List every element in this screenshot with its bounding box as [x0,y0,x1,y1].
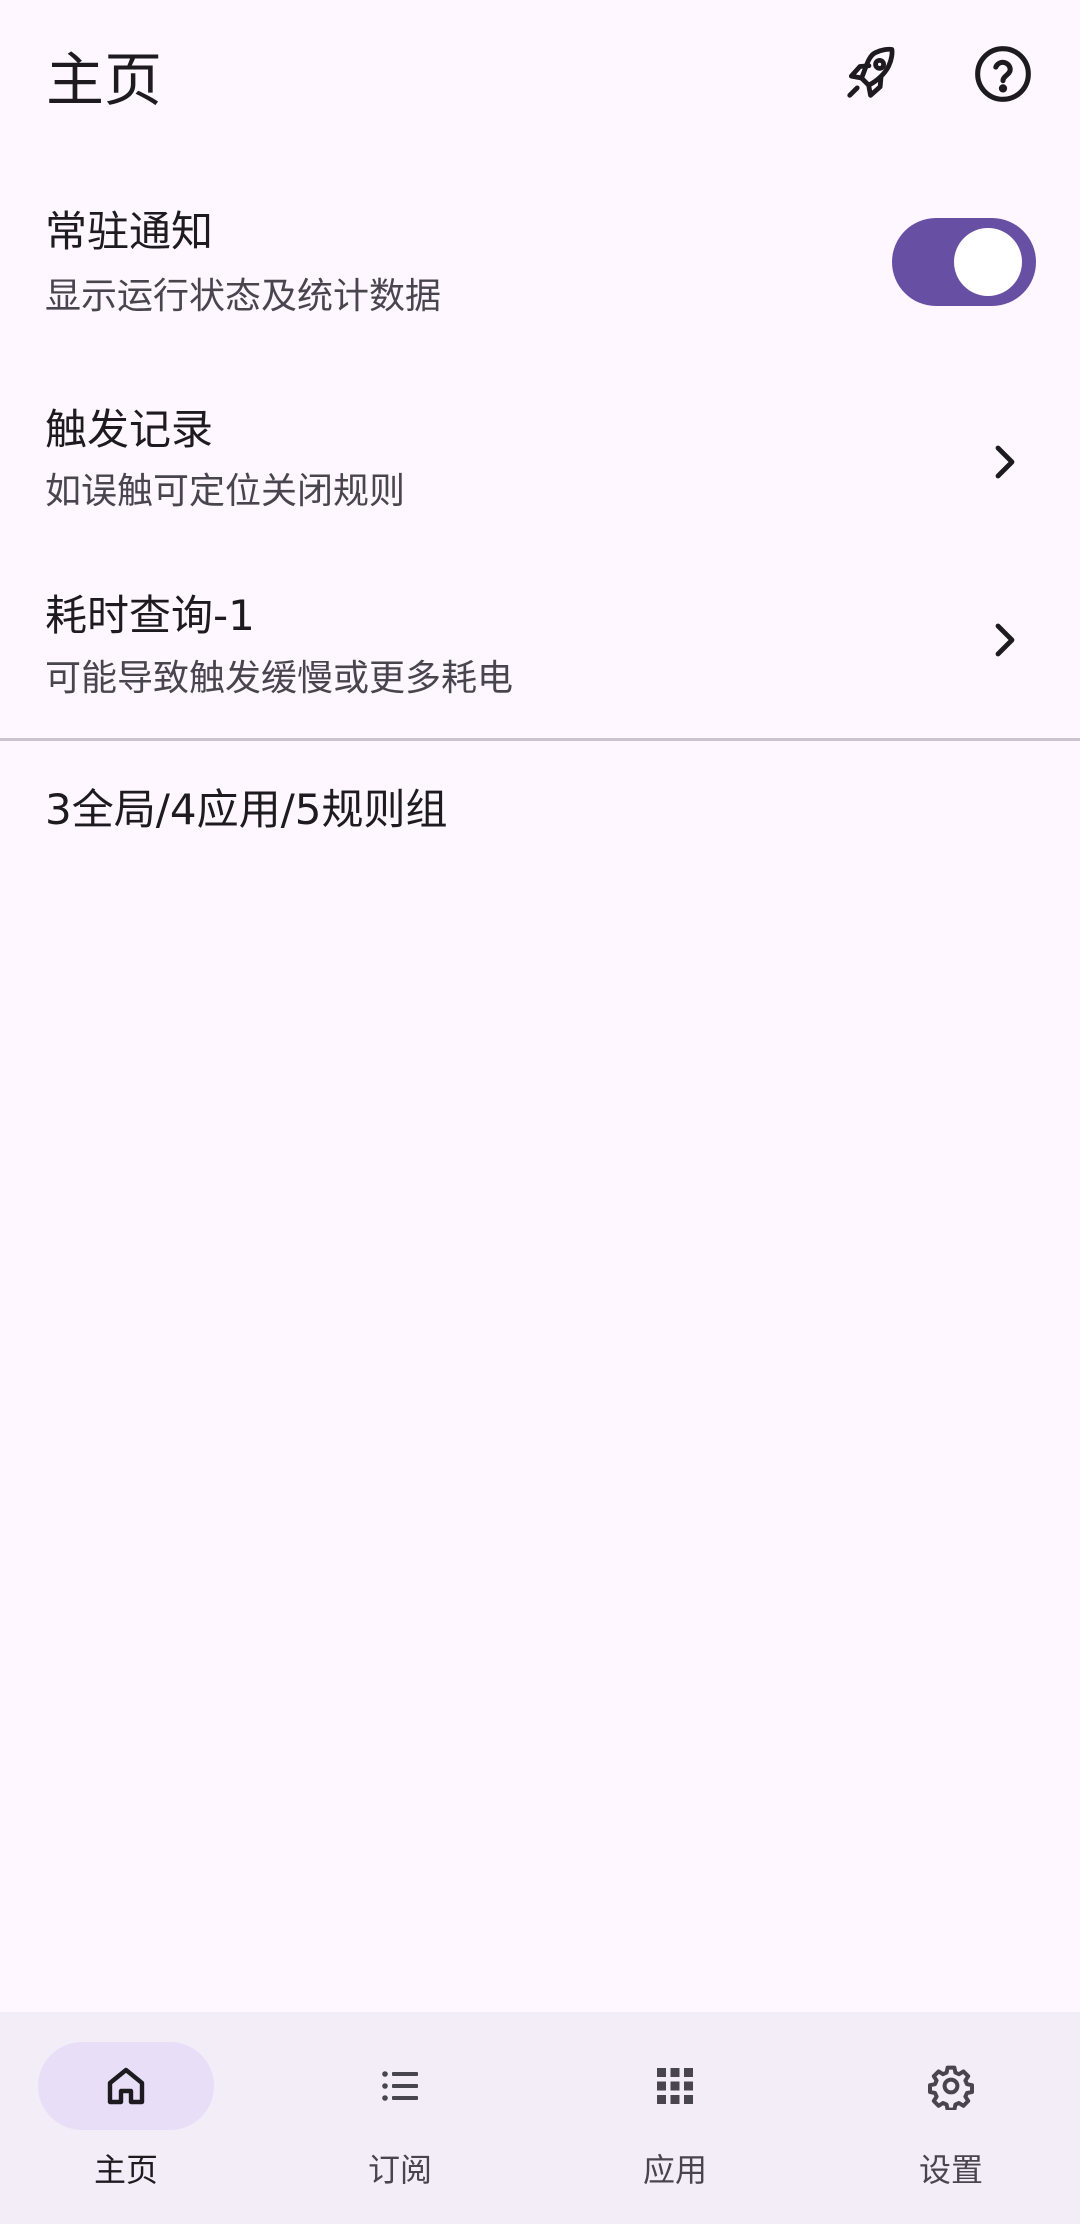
rocket-icon [838,42,902,110]
time-query-label: 耗时查询-1 [45,591,255,640]
toggle-thumb [954,228,1022,296]
help-icon [971,42,1035,110]
time-query-row[interactable]: 耗时查询-1 可能导致触发缓慢或更多耗电 [0,572,1080,722]
nav-label-apps: 应用 [642,2151,707,2189]
nav-label-settings: 设置 [918,2151,983,2189]
home-screen: 主页 常驻通知 显示运行状态及统计数据 触发记录 如误触可定位关闭规则 耗时查询… [0,0,1080,2224]
nav-item-subscriptions[interactable]: 订阅 [274,2012,544,2224]
help-button[interactable] [955,28,1051,124]
apps-grid-icon [651,2062,699,2110]
persistent-notification-row[interactable]: 常驻通知 显示运行状态及统计数据 [0,190,1080,340]
list-icon [376,2062,424,2110]
nav-label-subscriptions: 订阅 [367,2151,432,2189]
trigger-log-label: 触发记录 [45,405,214,454]
nav-item-apps[interactable]: 应用 [549,2012,819,2224]
nav-label-home: 主页 [93,2151,158,2189]
rocket-button[interactable] [822,28,918,124]
home-icon [102,2062,150,2110]
time-query-description: 可能导致触发缓慢或更多耗电 [45,658,514,699]
page-title: 主页 [46,46,163,114]
persistent-notification-label: 常驻通知 [45,207,214,256]
trigger-log-description: 如误触可定位关闭规则 [45,471,406,512]
divider [0,738,1080,741]
chevron-right-icon [980,438,1028,486]
nav-item-home[interactable]: 主页 [0,2012,270,2224]
chevron-right-icon [980,616,1028,664]
nav-item-settings[interactable]: 设置 [825,2012,1080,2224]
top-app-bar: 主页 [0,0,1080,150]
trigger-log-row[interactable]: 触发记录 如误触可定位关闭规则 [0,385,1080,535]
gear-icon [927,2062,975,2112]
bottom-navigation: 主页 订阅 应用 设置 [0,2012,1080,2224]
persistent-notification-toggle[interactable] [892,218,1036,306]
persistent-notification-description: 显示运行状态及统计数据 [45,276,442,317]
rule-summary: 3全局/4应用/5规则组 [45,785,448,834]
